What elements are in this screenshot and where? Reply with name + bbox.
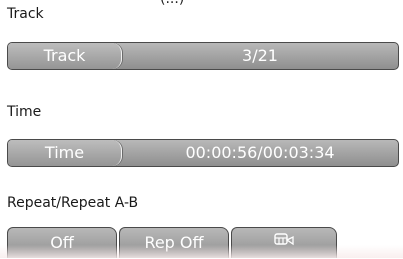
repeat-section-label: Repeat/Repeat A-B — [7, 195, 139, 211]
time-section-label: Time — [7, 104, 42, 120]
track-value: 3/21 — [242, 46, 278, 65]
repeat-ab-icon — [273, 227, 295, 257]
track-bar-label: Track — [8, 43, 122, 69]
repeat-button-row: Off Rep Off — [7, 227, 337, 259]
track-bar[interactable]: Track 3/21 — [7, 42, 399, 70]
track-section-label: Track — [7, 6, 44, 22]
clipped-heading: (...) — [160, 0, 184, 7]
repeat-off-button[interactable]: Off — [7, 227, 117, 258]
time-bar-label: Time — [8, 140, 122, 166]
repeat-ab-button[interactable] — [231, 227, 337, 258]
time-bar[interactable]: Time 00:00:56/00:03:34 — [7, 139, 399, 167]
rep-off-button[interactable]: Rep Off — [119, 227, 229, 258]
time-value: 00:00:56/00:03:34 — [185, 143, 335, 162]
